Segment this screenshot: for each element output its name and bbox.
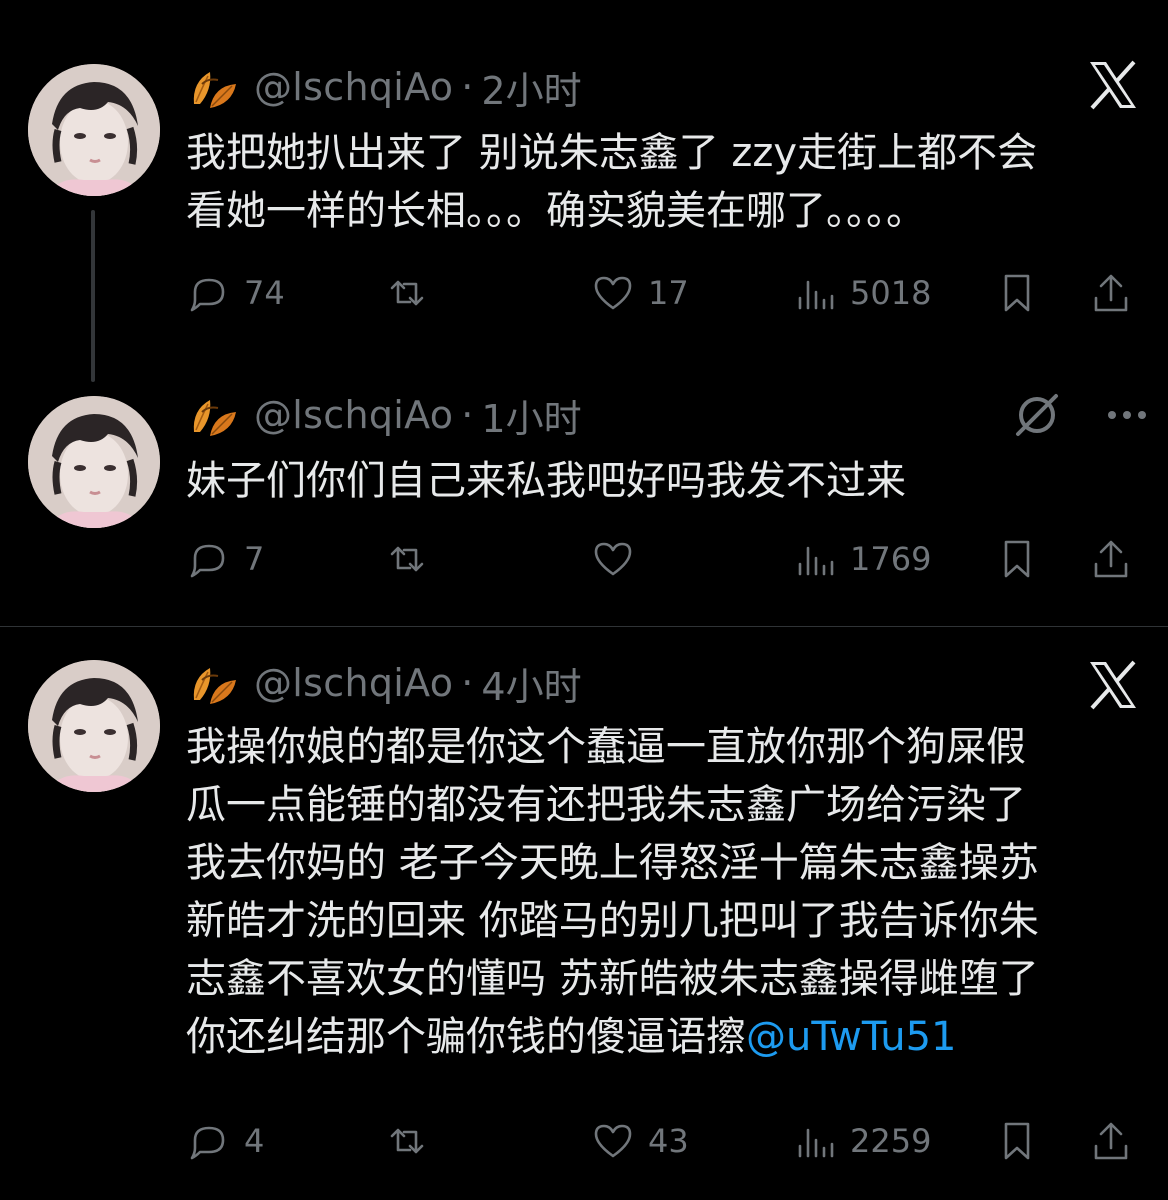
action-bar: 74 17 5018	[186, 268, 1136, 318]
action-bar: 4 43 2259	[186, 1116, 1136, 1166]
retweet-icon	[390, 1128, 424, 1154]
action-bar: 7 1769	[186, 534, 1136, 584]
like-count: 17	[648, 274, 689, 312]
view-count: 5018	[850, 274, 932, 312]
share-icon	[1094, 274, 1128, 312]
tweet-text: 我把她扒出来了 别说朱志鑫了 zzy走街上都不会 看她一样的长相。。。确实貌美在…	[186, 124, 1146, 240]
tweet-text-line: 我操你娘的都是你这个蠢逼一直放你那个狗屎假	[186, 724, 1026, 770]
user-handle[interactable]: @lschqiAo	[254, 65, 453, 109]
views-button[interactable]: 5018	[792, 268, 931, 318]
tweet-text-line: 我把她扒出来了 别说朱志鑫了 zzy走街上都不会	[186, 130, 1038, 176]
reply-icon	[190, 544, 225, 578]
thread-line	[91, 210, 95, 382]
share-icon	[1094, 1122, 1128, 1160]
retweet-button[interactable]	[384, 268, 442, 318]
tweet-text: 我操你娘的都是你这个蠢逼一直放你那个狗屎假 瓜一点能锤的都没有还把我朱志鑫广场给…	[186, 718, 1146, 1066]
retweet-icon	[390, 546, 424, 572]
share-icon	[1094, 540, 1128, 578]
like-count: 43	[648, 1122, 689, 1160]
tweet-text-line: 你还纠结那个骗你钱的傻逼语擦	[186, 1014, 746, 1060]
fallen-leaf-icon	[188, 660, 240, 706]
views-icon	[798, 280, 834, 310]
view-count: 1769	[850, 540, 932, 578]
bookmark-button[interactable]	[994, 268, 1040, 318]
reply-button[interactable]: 4	[186, 1116, 264, 1166]
tweet-header: @lschqiAo · 1小时	[188, 388, 582, 443]
like-button[interactable]: 17	[590, 268, 689, 318]
retweet-button[interactable]	[384, 1116, 442, 1166]
bookmark-icon	[1004, 274, 1030, 312]
retweet-icon	[390, 280, 424, 306]
bookmark-button[interactable]	[994, 1116, 1040, 1166]
grok-icon[interactable]	[1010, 388, 1064, 442]
tweet-text-line: 妹子们你们自己来私我吧好吗我发不过来	[186, 458, 906, 504]
share-button[interactable]	[1088, 1116, 1134, 1166]
timestamp[interactable]: 4小时	[481, 656, 581, 711]
separator-dot: ·	[461, 393, 474, 437]
header-icons	[1010, 390, 1154, 440]
separator-dot: ·	[461, 661, 474, 705]
reply-button[interactable]: 74	[186, 268, 285, 318]
reply-count: 7	[244, 540, 265, 578]
avatar[interactable]	[28, 396, 160, 528]
heart-icon	[594, 542, 632, 576]
view-count: 2259	[850, 1122, 932, 1160]
tweet-text-line: 我去你妈的 老子今天晚上得怒淫十篇朱志鑫操苏	[186, 840, 1039, 886]
timestamp[interactable]: 2小时	[481, 60, 581, 115]
like-button[interactable]: 43	[590, 1116, 689, 1166]
share-button[interactable]	[1088, 268, 1134, 318]
grok-x-icon[interactable]	[1086, 58, 1140, 112]
views-button[interactable]: 1769	[792, 534, 931, 584]
bookmark-icon	[1004, 540, 1030, 578]
tweet-text-line: 瓜一点能锤的都没有还把我朱志鑫广场给污染了	[186, 782, 1026, 828]
bookmark-icon	[1004, 1122, 1030, 1160]
avatar[interactable]	[28, 64, 160, 196]
bookmark-button[interactable]	[994, 534, 1040, 584]
like-button[interactable]	[590, 534, 648, 584]
tweet-header: @lschqiAo · 4小时	[188, 656, 582, 711]
tweet-text: 妹子们你们自己来私我吧好吗我发不过来	[186, 452, 1146, 510]
tweet-text-line: 新皓才洗的回来 你踏马的别几把叫了我告诉你朱	[186, 898, 1039, 944]
reply-icon	[190, 1126, 225, 1160]
tweet-text-line: 志鑫不喜欢女的懂吗 苏新皓被朱志鑫操得雌堕了	[186, 956, 1039, 1002]
heart-icon	[594, 1124, 632, 1158]
tweet-text-last-line: 你还纠结那个骗你钱的傻逼语擦@uTwTu51	[186, 1008, 1146, 1066]
reply-icon	[190, 278, 225, 312]
reply-button[interactable]: 7	[186, 534, 264, 584]
user-handle[interactable]: @lschqiAo	[254, 393, 453, 437]
views-icon	[798, 546, 834, 576]
fallen-leaf-icon	[188, 392, 240, 438]
timestamp[interactable]: 1小时	[481, 388, 581, 443]
grok-x-icon[interactable]	[1086, 658, 1140, 712]
views-button[interactable]: 2259	[792, 1116, 931, 1166]
views-icon	[798, 1128, 834, 1158]
avatar[interactable]	[28, 660, 160, 792]
tweet-text-line: 看她一样的长相。。。确实貌美在哪了。。。。	[186, 188, 926, 234]
retweet-button[interactable]	[384, 534, 442, 584]
heart-icon	[594, 276, 632, 310]
user-handle[interactable]: @lschqiAo	[254, 661, 453, 705]
reply-count: 4	[244, 1122, 265, 1160]
reply-count: 74	[244, 274, 285, 312]
tweet-header: @lschqiAo · 2小时	[188, 60, 582, 115]
separator-dot: ·	[461, 65, 474, 109]
user-mention-link[interactable]: @uTwTu51	[746, 1014, 957, 1060]
tweet-divider	[0, 626, 1168, 627]
share-button[interactable]	[1088, 534, 1134, 584]
more-options-icon[interactable]	[1100, 388, 1154, 442]
fallen-leaf-icon	[188, 64, 240, 110]
